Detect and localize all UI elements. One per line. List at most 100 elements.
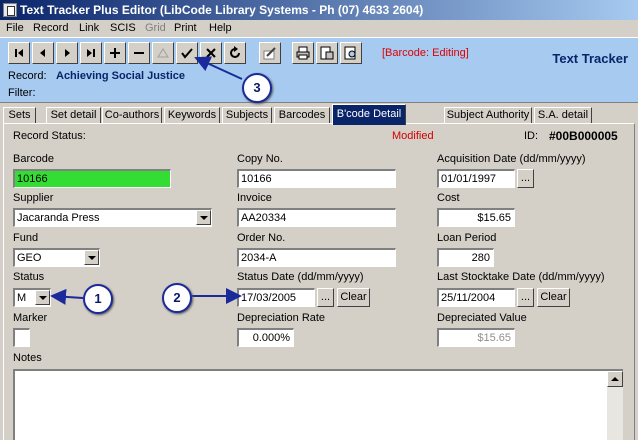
checkmark-icon [181,48,193,59]
loan-period-field[interactable]: 280 [437,248,494,267]
copy-no-field[interactable]: 10166 [237,169,396,188]
tab-sa-detail[interactable]: S.A. detail [534,107,592,124]
status-value: M [17,292,27,304]
magnifier-report-icon [344,46,356,60]
loan-period-label: Loan Period [437,232,497,244]
stocktake-date-label: Last Stocktake Date (dd/mm/yyyy) [437,271,605,283]
first-record-icon [15,49,23,57]
status-combo[interactable]: M [13,288,51,307]
tab-strip: Sets Set detail Co-authors Keywords Subj… [0,104,638,125]
refresh-icon [230,46,240,58]
menu-print[interactable]: Print [174,22,197,34]
tab-set-detail[interactable]: Set detail [46,107,101,124]
print-button[interactable] [292,42,314,64]
status-date-clear-button[interactable]: Clear [337,288,370,307]
record-value: Achieving Social Justice [56,70,185,82]
print-preview-icon [320,46,334,60]
acquisition-date-label: Acquisition Date (dd/mm/yyyy) [437,153,586,165]
callout-3: 3 [242,73,272,103]
last-record-icon [87,49,95,57]
cancel-edit-button[interactable] [200,42,222,64]
order-no-field[interactable]: 2034-A [237,248,396,267]
order-no-label: Order No. [237,232,286,244]
edit-pencil-button[interactable] [259,42,281,64]
id-value: #00B000005 [549,129,618,143]
tab-subject-authority[interactable]: Subject Authority [444,107,532,124]
printer-icon [296,46,310,60]
app-icon [3,3,17,17]
filter-label: Filter: [8,87,36,99]
tab-bcode-detail[interactable]: B'code Detail [332,104,406,125]
last-record-button[interactable] [80,42,102,64]
id-label: ID: [524,130,539,142]
barcode-field[interactable]: 10166 [13,169,171,188]
menu-file[interactable]: File [6,22,24,34]
notes-label: Notes [13,352,42,364]
marker-field[interactable] [13,328,30,347]
menu-help[interactable]: Help [209,22,232,34]
record-label: Record: [8,70,47,82]
add-record-button[interactable] [104,42,126,64]
tab-barcodes[interactable]: Barcodes [274,107,330,124]
notes-textarea[interactable] [13,369,623,440]
minus-icon [134,52,144,54]
next-record-button[interactable] [56,42,78,64]
supplier-combo[interactable]: Jacaranda Press [13,208,212,227]
menu-record[interactable]: Record [33,22,68,34]
menu-grid[interactable]: Grid [145,22,166,34]
chevron-down-icon[interactable] [35,290,50,305]
depreciation-rate-label: Depreciation Rate [237,312,326,324]
status-date-picker-button[interactable]: ... [317,288,334,307]
fund-value: GEO [17,252,42,264]
delete-record-button[interactable] [128,42,150,64]
report-button[interactable] [340,42,362,64]
save-record-button[interactable] [176,42,198,64]
record-status-value: Modified [392,130,434,142]
depreciation-rate-field[interactable]: 0.000% [237,328,294,347]
window-title: Text Tracker Plus Editor (LibCode Librar… [20,3,424,17]
stocktake-date-field[interactable]: 25/11/2004 [437,288,515,307]
fund-combo[interactable]: GEO [13,248,100,267]
triangle-icon [157,48,169,58]
cost-field[interactable]: $15.65 [437,208,515,227]
next-record-icon [65,49,70,57]
stocktake-date-picker-button[interactable]: ... [517,288,534,307]
toolbar-panel: [Barcode: Editing] Text Tracker Record: … [0,37,638,103]
tab-subjects[interactable]: Subjects [222,107,272,124]
notes-scrollbar[interactable] [607,371,623,440]
cross-icon [206,48,216,58]
fund-label: Fund [13,232,39,244]
status-date-label: Status Date (dd/mm/yyyy) [237,271,364,283]
brand-title: Text Tracker [552,51,628,66]
depreciated-value-label: Depreciated Value [437,312,527,324]
print-preview-button[interactable] [316,42,338,64]
scroll-up-icon[interactable] [607,371,623,387]
depreciated-value-field: $15.65 [437,328,515,347]
menu-link[interactable]: Link [79,22,99,34]
previous-record-button[interactable] [32,42,54,64]
edit-record-button[interactable] [152,42,174,64]
tab-keywords[interactable]: Keywords [164,107,220,124]
chevron-down-icon[interactable] [84,250,99,265]
tab-sets[interactable]: Sets [3,107,36,124]
supplier-label: Supplier [13,192,54,204]
marker-label: Marker [13,312,48,324]
invoice-label: Invoice [237,192,272,204]
title-bar: Text Tracker Plus Editor (LibCode Librar… [0,0,638,20]
edit-status-text: [Barcode: Editing] [382,47,469,59]
stocktake-date-clear-button[interactable]: Clear [537,288,570,307]
record-status-label: Record Status: [13,130,86,142]
acquisition-date-field[interactable]: 01/01/1997 [437,169,515,188]
first-record-button[interactable] [8,42,30,64]
cost-label: Cost [437,192,460,204]
tab-co-authors[interactable]: Co-authors [102,107,162,124]
refresh-button[interactable] [224,42,246,64]
chevron-down-icon[interactable] [196,210,211,225]
pencil-icon [263,47,276,60]
menu-scis[interactable]: SCIS [110,22,136,34]
invoice-field[interactable]: AA20334 [237,208,396,227]
supplier-value: Jacaranda Press [17,212,100,224]
status-date-field[interactable]: 17/03/2005 [237,288,315,307]
acquisition-date-picker-button[interactable]: ... [517,169,534,188]
menu-bar: File Record Link SCIS Grid Print Help [0,20,638,37]
